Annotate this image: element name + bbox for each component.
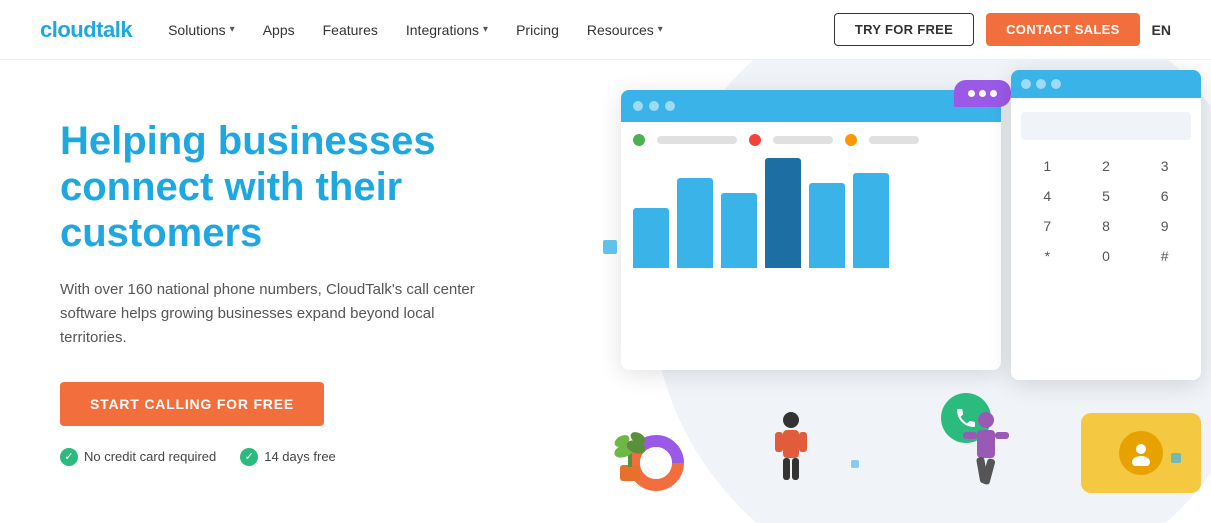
logo: cloudtalk: [40, 17, 132, 43]
deco-square: [851, 460, 859, 468]
main-content: Helping businesses connect with their cu…: [0, 60, 1211, 523]
window-bar: [621, 90, 1001, 122]
person-figure: [771, 408, 811, 493]
keypad-key[interactable]: 9: [1138, 214, 1191, 238]
status-dot-orange: [845, 134, 857, 146]
call-avatar: [1119, 431, 1163, 475]
keypad-key[interactable]: 3: [1138, 154, 1191, 178]
nav-resources[interactable]: Resources ▾: [587, 22, 663, 38]
nav-features[interactable]: Features: [323, 22, 378, 38]
nav: Solutions ▾ Apps Features Integrations ▾…: [168, 22, 834, 38]
keypad-key[interactable]: 8: [1080, 214, 1133, 238]
14-days-label: 14 days free: [264, 449, 336, 464]
hero-left: Helping businesses connect with their cu…: [60, 118, 540, 466]
status-line: [869, 136, 919, 144]
bar-chart: [633, 156, 989, 276]
bar: [721, 193, 757, 268]
nav-solutions[interactable]: Solutions ▾: [168, 22, 235, 38]
nav-integrations[interactable]: Integrations ▾: [406, 22, 488, 38]
dashboard-window: [621, 90, 1001, 370]
keypad-key[interactable]: 7: [1021, 214, 1074, 238]
keypad-key[interactable]: *: [1021, 244, 1074, 268]
check-icon: ✓: [240, 448, 258, 466]
status-line: [657, 136, 737, 144]
chevron-down-icon: ▾: [658, 24, 663, 35]
bar: [765, 158, 801, 268]
trust-row: ✓ No credit card required ✓ 14 days free: [60, 448, 540, 466]
no-credit-card-label: No credit card required: [84, 449, 216, 464]
keypad-key[interactable]: 5: [1080, 184, 1133, 208]
keypad-window: 123 456 789 *0#: [1011, 70, 1201, 380]
chevron-down-icon: ▾: [483, 24, 488, 35]
hero-title: Helping businesses connect with their cu…: [60, 118, 540, 256]
chevron-down-icon: ▾: [230, 24, 235, 35]
keypad-key[interactable]: 1: [1021, 154, 1074, 178]
status-dot-red: [749, 134, 761, 146]
keypad-key[interactable]: 6: [1138, 184, 1191, 208]
hero-description: With over 160 national phone numbers, Cl…: [60, 278, 480, 350]
keypad-grid: 123 456 789 *0#: [1021, 154, 1191, 268]
window-body: [621, 122, 1001, 288]
bar: [809, 183, 845, 268]
bubble-dot: [968, 90, 975, 97]
try-for-free-button[interactable]: TRY FOR FREE: [834, 13, 974, 46]
start-calling-button[interactable]: START CALLING FOR FREE: [60, 382, 324, 426]
plant-icon: [606, 403, 654, 483]
person2-figure: [961, 408, 1011, 503]
deco-square: [603, 240, 617, 254]
person2-svg: [961, 408, 1011, 498]
keypad-key[interactable]: 2: [1080, 154, 1133, 178]
trust-14-days: ✓ 14 days free: [240, 448, 336, 466]
trust-no-credit-card: ✓ No credit card required: [60, 448, 216, 466]
contact-sales-button[interactable]: CONTACT SALES: [986, 13, 1139, 46]
window-bar: [1011, 70, 1201, 98]
person-icon: [1128, 440, 1154, 466]
plant-decoration: [606, 403, 654, 483]
bar: [633, 208, 669, 268]
language-selector[interactable]: EN: [1152, 22, 1171, 38]
person-svg: [771, 408, 811, 488]
keypad-key[interactable]: #: [1138, 244, 1191, 268]
window-dot: [1036, 79, 1046, 89]
status-row: [633, 134, 989, 146]
window-dot: [1051, 79, 1061, 89]
check-icon: ✓: [60, 448, 78, 466]
keypad-input: [1021, 112, 1191, 140]
bar: [677, 178, 713, 268]
window-dot: [665, 101, 675, 111]
window-dot: [1021, 79, 1031, 89]
window-dot: [633, 101, 643, 111]
bubble-dot: [990, 90, 997, 97]
status-line: [773, 136, 833, 144]
nav-pricing[interactable]: Pricing: [516, 22, 559, 38]
keypad-body: 123 456 789 *0#: [1011, 98, 1201, 282]
header-actions: TRY FOR FREE CONTACT SALES EN: [834, 13, 1171, 46]
hero-illustration: 123 456 789 *0#: [561, 60, 1211, 523]
window-dot: [649, 101, 659, 111]
nav-apps[interactable]: Apps: [263, 22, 295, 38]
chat-bubble: [954, 80, 1011, 107]
deco-square: [1171, 453, 1181, 463]
keypad-key[interactable]: 4: [1021, 184, 1074, 208]
status-dot-green: [633, 134, 645, 146]
header: cloudtalk Solutions ▾ Apps Features Inte…: [0, 0, 1211, 60]
bubble-dot: [979, 90, 986, 97]
keypad-key[interactable]: 0: [1080, 244, 1133, 268]
bar: [853, 173, 889, 268]
call-card: [1081, 413, 1201, 493]
